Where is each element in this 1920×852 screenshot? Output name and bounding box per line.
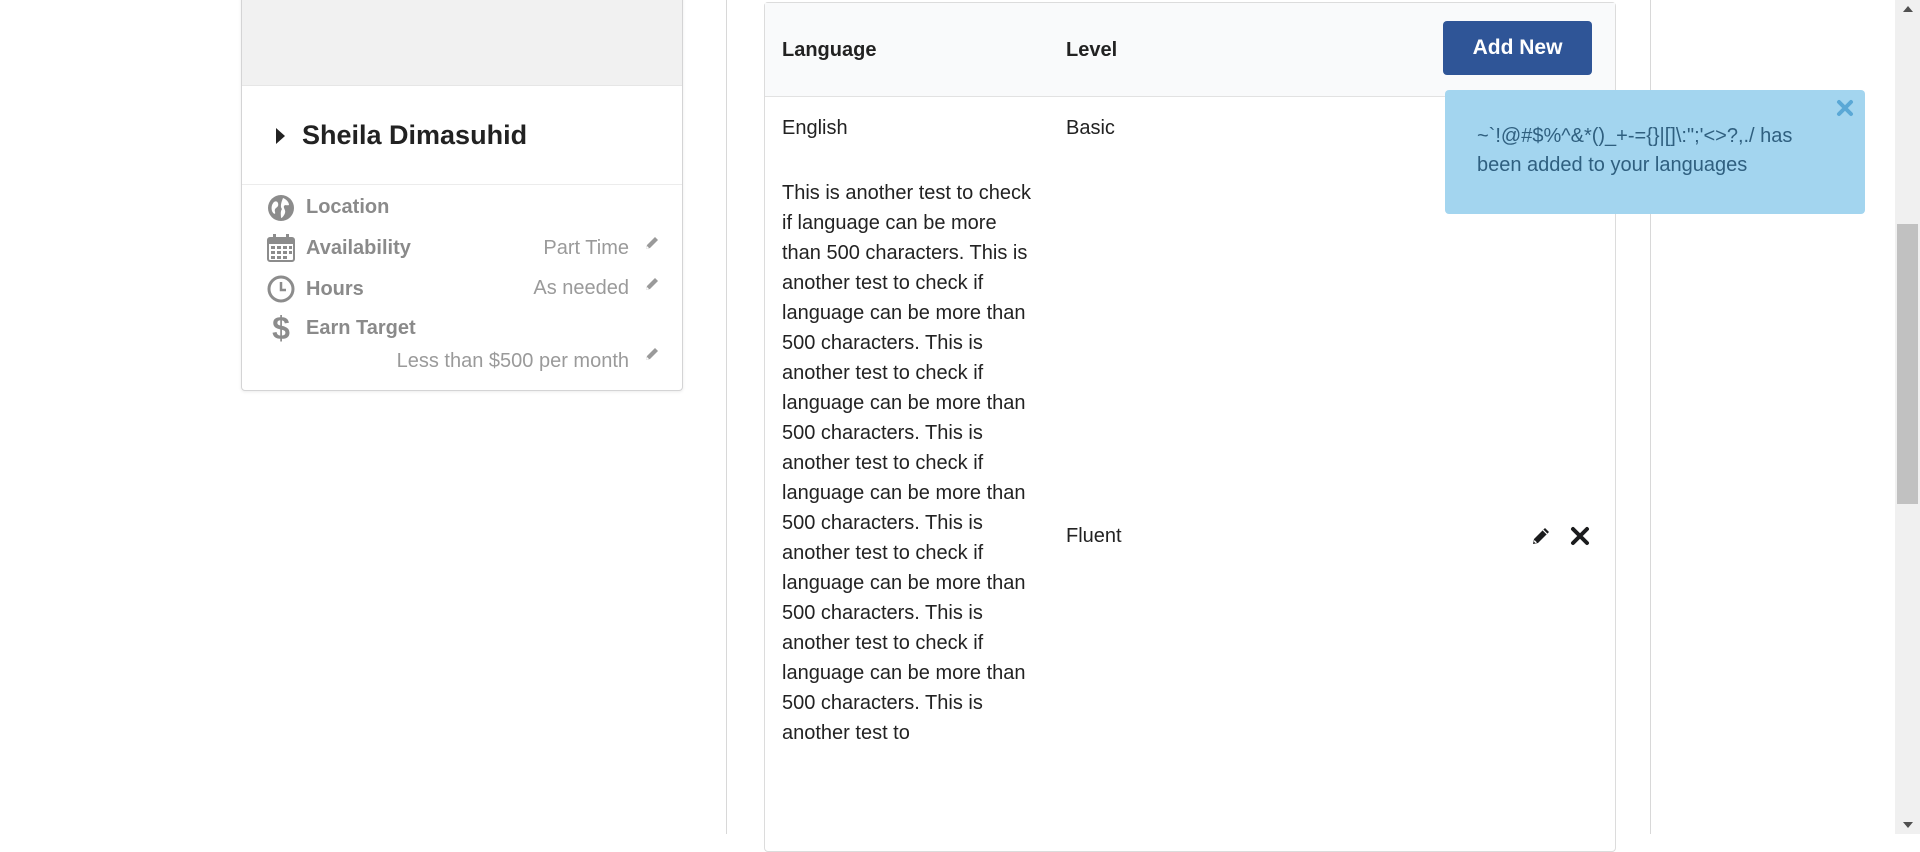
add-new-button[interactable]: Add New xyxy=(1443,21,1592,75)
row-1-language: English xyxy=(782,117,848,139)
location-label: Location xyxy=(306,196,390,218)
availability-value: Part Time xyxy=(543,237,629,259)
availability-label: Availability xyxy=(306,237,411,259)
row-2-level: Fluent xyxy=(1066,525,1122,547)
table-header: Language Level Add New xyxy=(765,3,1615,97)
toast-close-icon[interactable] xyxy=(1835,98,1855,118)
dollar-icon: $ xyxy=(272,309,290,346)
earn-target-label: Earn Target xyxy=(306,317,416,339)
edit-availability-pencil-icon[interactable] xyxy=(644,235,660,251)
hours-value: As needed xyxy=(533,277,629,299)
toast-message: ~`!@#$%^&*()_+-={}|[]\:";'<>?,./ has bee… xyxy=(1477,125,1793,176)
hours-label: Hours xyxy=(306,278,364,300)
scroll-down-arrow-icon[interactable] xyxy=(1895,816,1920,834)
scrollbar-thumb[interactable] xyxy=(1897,224,1918,504)
earn-target-detail: $ Earn Target Less than $500 per month xyxy=(242,309,682,383)
caret-right-icon[interactable] xyxy=(276,128,285,144)
row-1-level: Basic xyxy=(1066,117,1115,139)
availability-detail: Availability Part Time xyxy=(242,233,682,269)
column-header-level: Level xyxy=(1066,39,1118,61)
scroll-up-arrow-icon[interactable] xyxy=(1895,0,1920,18)
profile-card: Sheila Dimasuhid Location Availability P… xyxy=(241,0,683,391)
vertical-scrollbar[interactable] xyxy=(1895,0,1920,834)
delete-language-close-icon[interactable] xyxy=(1569,525,1591,547)
clock-icon xyxy=(266,274,296,304)
profile-name-row[interactable]: Sheila Dimasuhid xyxy=(242,85,682,185)
profile-image-area xyxy=(242,0,682,85)
calendar-icon xyxy=(266,233,296,263)
edit-language-pencil-icon[interactable] xyxy=(1530,525,1552,547)
earn-target-value: Less than $500 per month xyxy=(396,350,629,372)
globe-icon xyxy=(266,193,296,223)
column-header-language: Language xyxy=(782,39,877,61)
success-toast: ~`!@#$%^&*()_+-={}|[]\:";'<>?,./ has bee… xyxy=(1445,90,1865,214)
panel-divider-left xyxy=(726,0,727,834)
row-2-language: This is another test to check if languag… xyxy=(782,182,1032,744)
edit-hours-pencil-icon[interactable] xyxy=(644,276,660,292)
hours-detail: Hours As needed xyxy=(242,274,682,310)
location-detail: Location xyxy=(242,193,682,229)
profile-name: Sheila Dimasuhid xyxy=(302,120,528,150)
edit-earn-target-pencil-icon[interactable] xyxy=(644,346,660,362)
